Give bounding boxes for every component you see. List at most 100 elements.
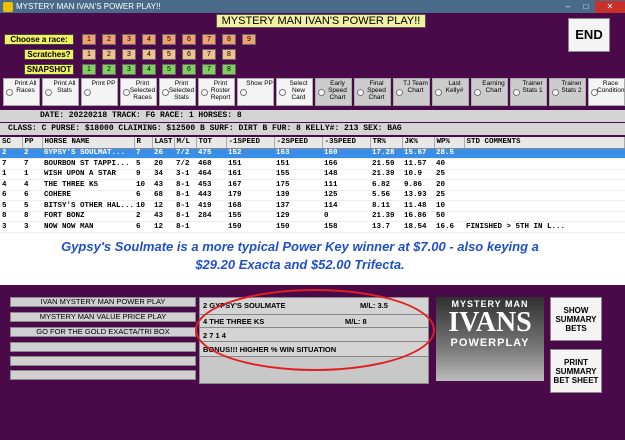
tool-print-all-races[interactable]: Print All Races: [3, 78, 40, 106]
horse-table: SC PP HORSE NAME R LAST M/L TOT -1SPEED -2SPEED -…: [0, 137, 625, 235]
tool-early-speed-chart[interactable]: Early Speed Chart: [315, 78, 352, 106]
table-cell: 6: [22, 190, 42, 201]
tool-select-new-card[interactable]: Select New Card: [276, 78, 313, 106]
race-button-4[interactable]: 4: [142, 34, 156, 45]
radio-icon[interactable]: [240, 89, 247, 96]
column-header[interactable]: PP: [22, 137, 43, 149]
tool-race-conditions[interactable]: Race Conditions: [588, 78, 625, 106]
show-summary-button[interactable]: SHOW SUMMARY BETS: [550, 297, 602, 341]
maximize-button[interactable]: □: [577, 1, 595, 13]
tool-final-speed-chart[interactable]: Final Speed Chart: [354, 78, 391, 106]
tool-print-all-stats[interactable]: Print All Stats: [42, 78, 79, 106]
snapshot-button-3[interactable]: 3: [122, 64, 136, 75]
table-cell: 7: [0, 158, 22, 170]
column-header[interactable]: R: [134, 137, 153, 149]
end-button[interactable]: END: [568, 18, 610, 52]
table-row[interactable]: 2 2 GYPSY'S SOULMAT... 7 26 7/2 475 152 163 160 17…: [0, 148, 625, 159]
radio-icon[interactable]: [396, 89, 403, 96]
radio-icon[interactable]: [552, 89, 559, 96]
radio-icon[interactable]: [513, 89, 520, 96]
snapshot-button-7[interactable]: 7: [202, 64, 216, 75]
race-button-3[interactable]: 3: [122, 34, 136, 45]
tool-print-roster-report[interactable]: Print Roster Report: [198, 78, 235, 106]
column-header[interactable]: -1SPEED: [226, 137, 275, 149]
table-row[interactable]: 4 4 THE THREE KS 10 43 8-1 453 167 175 111 6.82 9.8…: [0, 179, 625, 191]
table-cell: 20: [434, 179, 465, 191]
table-row[interactable]: 6 6 COHERE 6 68 8-1 443 179 139 125 5.56 13.93 25: [0, 190, 625, 201]
snapshot-button-5[interactable]: 5: [162, 64, 176, 75]
column-header[interactable]: M/L: [174, 137, 197, 149]
radio-icon[interactable]: [45, 89, 52, 96]
tool-print-selected-races[interactable]: Print Selected Races: [120, 78, 157, 106]
table-cell: 5: [134, 158, 153, 170]
radio-icon[interactable]: [162, 89, 169, 96]
column-header[interactable]: TOT: [196, 137, 227, 149]
column-header[interactable]: SC: [0, 137, 23, 149]
tool-label: Select New Card: [289, 80, 308, 101]
table-row[interactable]: 7 7 BOURBON ST TAPPI... 5 20 7/2 468 151 151 166 2…: [0, 158, 625, 170]
race-button-9[interactable]: 9: [242, 34, 256, 45]
tool-print-pp[interactable]: Print PP: [81, 78, 118, 106]
radio-icon[interactable]: [318, 89, 325, 96]
race-button-8[interactable]: 8: [222, 34, 236, 45]
tool-tj-team-chart[interactable]: TJ Team Chart: [393, 78, 430, 106]
radio-icon[interactable]: [123, 89, 130, 96]
column-header[interactable]: WP%: [434, 137, 465, 149]
table-cell: 8-1: [174, 200, 197, 212]
column-header[interactable]: STD COMMENTS: [464, 137, 625, 149]
table-row[interactable]: 3 3 NOW NOW MAN 6 12 8-1 150 150 158 13.7 18.54 16.…: [0, 221, 625, 233]
snapshot-button-2[interactable]: 2: [102, 64, 116, 75]
scratch-button-3[interactable]: 3: [122, 49, 136, 60]
race-button-7[interactable]: 7: [202, 34, 216, 45]
race-button-5[interactable]: 5: [162, 34, 176, 45]
snapshot-button-6[interactable]: 6: [182, 64, 196, 75]
snapshot-button-4[interactable]: 4: [142, 64, 156, 75]
scratch-button-8[interactable]: 8: [222, 49, 236, 60]
minimize-button[interactable]: –: [559, 1, 577, 13]
tool-earning-chart[interactable]: Earning Chart: [471, 78, 508, 106]
table-cell: 8-1: [174, 179, 197, 191]
radio-icon[interactable]: [84, 89, 91, 96]
column-header[interactable]: HORSE NAME: [42, 137, 135, 149]
snapshot-button-1[interactable]: 1: [82, 64, 96, 75]
race-button-2[interactable]: 2: [102, 34, 116, 45]
scratch-button-7[interactable]: 7: [202, 49, 216, 60]
column-header[interactable]: JK%: [402, 137, 435, 149]
tool-print-selected-stats[interactable]: Print Selected Stats: [159, 78, 196, 106]
scratch-button-4[interactable]: 4: [142, 49, 156, 60]
race-button-1[interactable]: 1: [82, 34, 96, 45]
radio-icon[interactable]: [201, 89, 208, 96]
close-button[interactable]: ✕: [595, 0, 625, 13]
radio-icon[interactable]: [435, 89, 442, 96]
column-header[interactable]: TR%: [370, 137, 403, 149]
scratch-button-1[interactable]: 1: [82, 49, 96, 60]
column-header[interactable]: -3SPEED: [322, 137, 371, 149]
radio-icon[interactable]: [279, 89, 286, 96]
toolbar: Print All Races Print All Stats Print PP Pr…: [0, 78, 625, 106]
tool-show-pp[interactable]: Show PP: [237, 78, 274, 106]
radio-icon[interactable]: [357, 89, 364, 96]
table-cell: 3: [22, 221, 42, 233]
table-cell: 129: [274, 211, 323, 222]
print-summary-button[interactable]: PRINT SUMMARY BET SHEET: [550, 349, 602, 393]
table-cell: THE THREE KS: [42, 179, 135, 191]
tool-trainer-stats-2[interactable]: Trainer Stats 2: [549, 78, 586, 106]
column-header[interactable]: -2SPEED: [274, 137, 323, 149]
column-header[interactable]: LAST: [152, 137, 175, 149]
tool-last-kelly-[interactable]: Last Kelly#: [432, 78, 469, 106]
table-cell: 7/2: [174, 148, 197, 159]
table-cell: [464, 148, 625, 159]
scratch-button-6[interactable]: 6: [182, 49, 196, 60]
scratch-button-5[interactable]: 5: [162, 49, 176, 60]
table-row[interactable]: 1 1 WISH UPON A STAR 9 34 3-1 464 161 155 148 21.3…: [0, 169, 625, 180]
table-cell: 148: [322, 169, 371, 180]
radio-icon[interactable]: [591, 89, 598, 96]
snapshot-button-8[interactable]: 8: [222, 64, 236, 75]
table-row[interactable]: 5 5 BITSY'S OTHER HAL... 10 12 8-1 419 168 137 11…: [0, 200, 625, 212]
scratch-button-2[interactable]: 2: [102, 49, 116, 60]
race-button-6[interactable]: 6: [182, 34, 196, 45]
tool-trainer-stats-1[interactable]: Trainer Stats 1: [510, 78, 547, 106]
radio-icon[interactable]: [474, 89, 481, 96]
table-row[interactable]: 8 8 FORT BONZ 2 43 8-1 284 155 129 0 21.39 16.86 50: [0, 211, 625, 222]
radio-icon[interactable]: [6, 89, 13, 96]
